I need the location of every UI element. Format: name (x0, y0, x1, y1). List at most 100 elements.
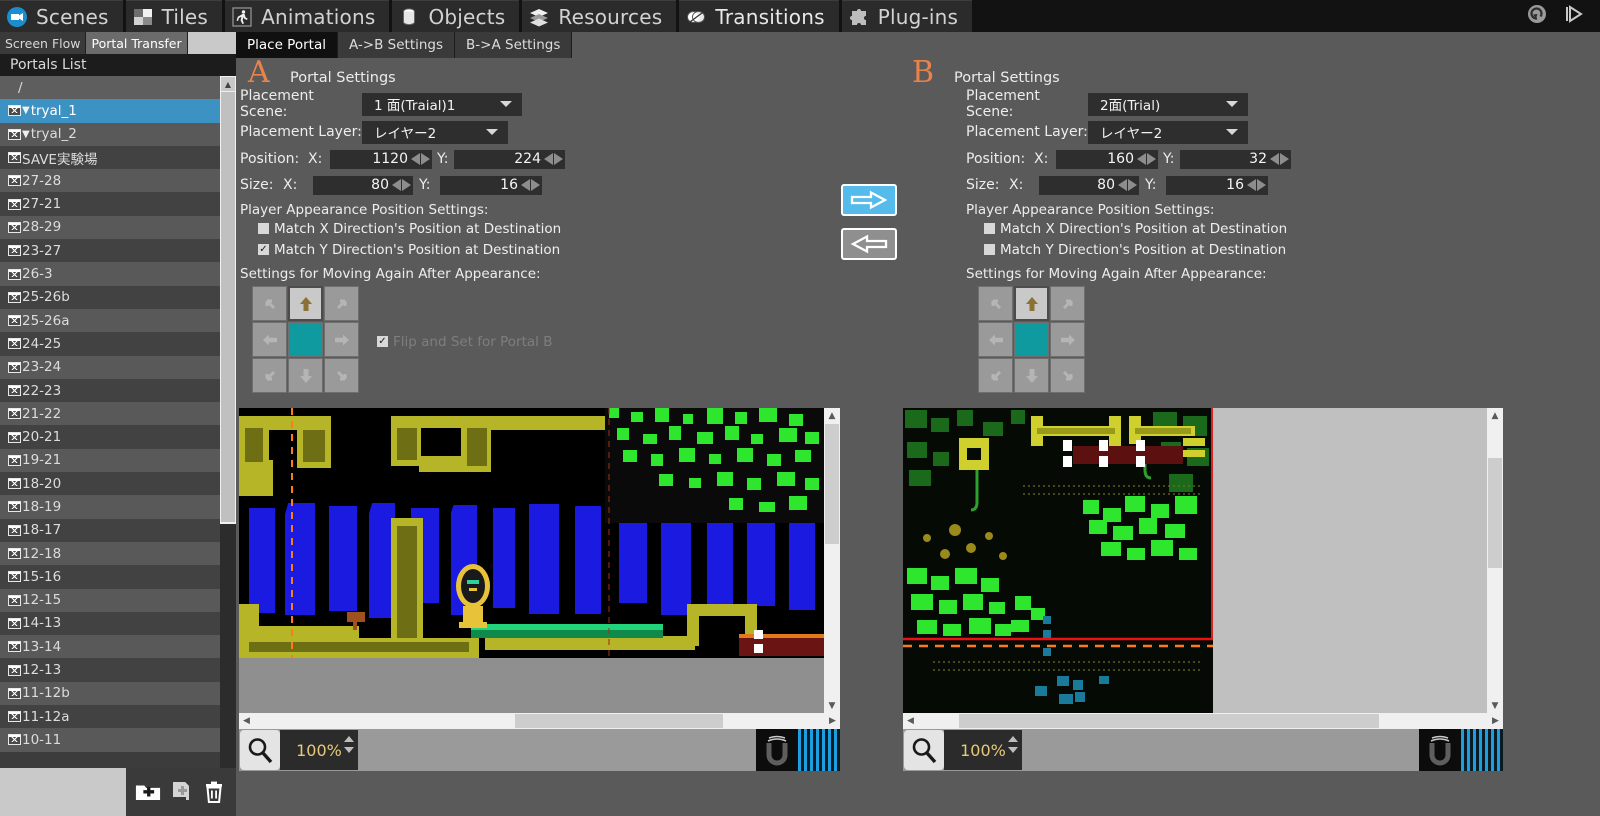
list-item[interactable]: 12-13 (0, 658, 220, 681)
preview-b-hthumb[interactable] (959, 714, 1379, 728)
grid-icon[interactable] (798, 729, 840, 771)
portal-b-position-x-field[interactable]: 160 (1056, 150, 1158, 169)
magnifier-icon[interactable] (904, 730, 944, 770)
portal-a-match-y-checkbox[interactable]: ✓ (258, 244, 269, 255)
preview-a-vthumb[interactable] (825, 424, 839, 544)
preview-a-scroll-down[interactable]: ▼ (824, 698, 840, 713)
dpad-down[interactable] (288, 358, 323, 393)
stepper-right-icon[interactable] (1147, 153, 1156, 165)
tab-objects[interactable]: Objects (392, 0, 519, 32)
preview-b-scroll-left[interactable]: ◀ (903, 713, 918, 729)
preview-b-scroll-right[interactable]: ▶ (1488, 713, 1503, 729)
list-item[interactable]: SAVE実験場 (0, 146, 220, 169)
dpad-down-right[interactable] (324, 358, 359, 393)
tab-tiles[interactable]: Tiles (126, 0, 222, 32)
magnet-icon[interactable] (756, 729, 798, 771)
list-item[interactable]: 20-21 (0, 425, 220, 448)
portal-a-size-y-field[interactable]: 16 (440, 176, 542, 195)
portal-a-size-y-stepper[interactable] (521, 179, 540, 191)
preview-a-scroll-left[interactable]: ◀ (239, 713, 254, 729)
stepper-left-icon[interactable] (1137, 153, 1146, 165)
list-item[interactable]: 14-13 (0, 612, 220, 635)
list-item[interactable]: 18-17 (0, 519, 220, 542)
portal-a-match-x-row[interactable]: Match X Direction's Position at Destinat… (236, 218, 856, 239)
list-item[interactable]: 25-26b (0, 286, 220, 309)
portal-b-match-y-checkbox[interactable] (984, 244, 995, 255)
portal-a-preview-hscrollbar[interactable]: ◀ ▶ (239, 713, 840, 729)
list-item[interactable]: 26-3 (0, 262, 220, 285)
portal-b-direction-pad[interactable] (978, 286, 1085, 393)
list-item[interactable]: 18-20 (0, 472, 220, 495)
magnifier-icon[interactable] (240, 730, 280, 770)
portal-b-position-y-stepper[interactable] (1270, 153, 1289, 165)
stepper-right-icon[interactable] (531, 179, 540, 191)
portal-a-position-x-stepper[interactable] (411, 153, 430, 165)
stepper-right-icon[interactable] (1280, 153, 1289, 165)
scroll-thumb[interactable] (221, 92, 235, 522)
dpad-right[interactable] (1050, 322, 1085, 357)
preview-b-scroll-down[interactable]: ▼ (1487, 698, 1503, 713)
portal-a-flip-checkbox[interactable]: ✓ (377, 336, 388, 347)
portal-a-zoom-stepper[interactable] (344, 736, 354, 753)
list-item[interactable]: 21-22 (0, 402, 220, 425)
sidebar-tab-screen-flow[interactable]: Screen Flow (0, 32, 86, 54)
chevron-down-icon[interactable]: ▼ (22, 105, 30, 116)
dpad-down-left[interactable] (978, 358, 1013, 393)
list-item[interactable]: 12-15 (0, 589, 220, 612)
stepper-up-icon[interactable] (1008, 736, 1018, 742)
list-item[interactable]: 22-23 (0, 379, 220, 402)
tab-plugins[interactable]: Plug-ins (842, 0, 972, 32)
preview-b-vthumb[interactable] (1488, 458, 1502, 568)
portal-b-zoom-field[interactable]: 100% (944, 730, 1022, 770)
list-item[interactable]: ▼tryal_2 (0, 123, 220, 146)
list-item[interactable]: 24-25 (0, 332, 220, 355)
portal-a-direction-pad[interactable] (252, 286, 359, 393)
stepper-right-icon[interactable] (554, 153, 563, 165)
list-item[interactable]: 25-26a (0, 309, 220, 332)
list-item[interactable]: 28-29 (0, 216, 220, 239)
tab-resources[interactable]: Resources (522, 0, 676, 32)
portal-a-position-y-field[interactable]: 224 (454, 150, 565, 169)
new-portal-button[interactable] (168, 779, 194, 805)
list-item[interactable]: 11-12a (0, 705, 220, 728)
stepper-right-icon[interactable] (1257, 179, 1266, 191)
portal-a-match-x-checkbox[interactable] (258, 223, 269, 234)
portal-a-scene-preview[interactable] (239, 408, 824, 713)
stepper-left-icon[interactable] (1270, 153, 1279, 165)
dpad-up-right[interactable] (1050, 286, 1085, 321)
stepper-left-icon[interactable] (521, 179, 530, 191)
portal-a-size-x-stepper[interactable] (392, 179, 411, 191)
dpad-up-left[interactable] (252, 286, 287, 321)
list-item[interactable]: 27-28 (0, 169, 220, 192)
portal-b-preview-vscrollbar[interactable]: ▲ ▼ (1487, 408, 1503, 713)
list-item[interactable]: 23-24 (0, 356, 220, 379)
dpad-right[interactable] (324, 322, 359, 357)
stepper-up-icon[interactable] (344, 736, 354, 742)
portal-b-layer-dropdown[interactable]: レイヤー2 (1088, 121, 1248, 144)
undo-refresh-icon[interactable] (1526, 3, 1548, 29)
tab-animations[interactable]: Animations (225, 0, 389, 32)
list-item[interactable]: 27-21 (0, 192, 220, 215)
tab-b-to-a-settings[interactable]: B->A Settings (455, 32, 572, 58)
list-item[interactable]: 18-19 (0, 495, 220, 518)
preview-b-scroll-up[interactable]: ▲ (1487, 408, 1503, 423)
dpad-center[interactable] (288, 322, 323, 357)
stepper-left-icon[interactable] (1247, 179, 1256, 191)
dpad-center[interactable] (1014, 322, 1049, 357)
dpad-up-left[interactable] (978, 286, 1013, 321)
portal-b-preview-hscrollbar[interactable]: ◀ ▶ (903, 713, 1503, 729)
stepper-down-icon[interactable] (1008, 747, 1018, 753)
portal-a-position-x-field[interactable]: 1120 (330, 150, 432, 169)
list-item[interactable]: 15-16 (0, 565, 220, 588)
magnet-icon[interactable] (1419, 729, 1461, 771)
dpad-down-left[interactable] (252, 358, 287, 393)
copy-b-to-a-button[interactable] (841, 228, 897, 260)
dpad-down-right[interactable] (1050, 358, 1085, 393)
portal-list-root[interactable]: / (0, 76, 220, 99)
stepper-right-icon[interactable] (402, 179, 411, 191)
preview-a-scroll-right[interactable]: ▶ (825, 713, 840, 729)
portal-b-scene-preview[interactable] (903, 408, 1503, 713)
portals-list-scrollbar[interactable]: ▲ ▼ (220, 76, 236, 792)
chevron-down-icon[interactable]: ▼ (22, 129, 30, 140)
portal-b-size-x-field[interactable]: 80 (1039, 176, 1139, 195)
